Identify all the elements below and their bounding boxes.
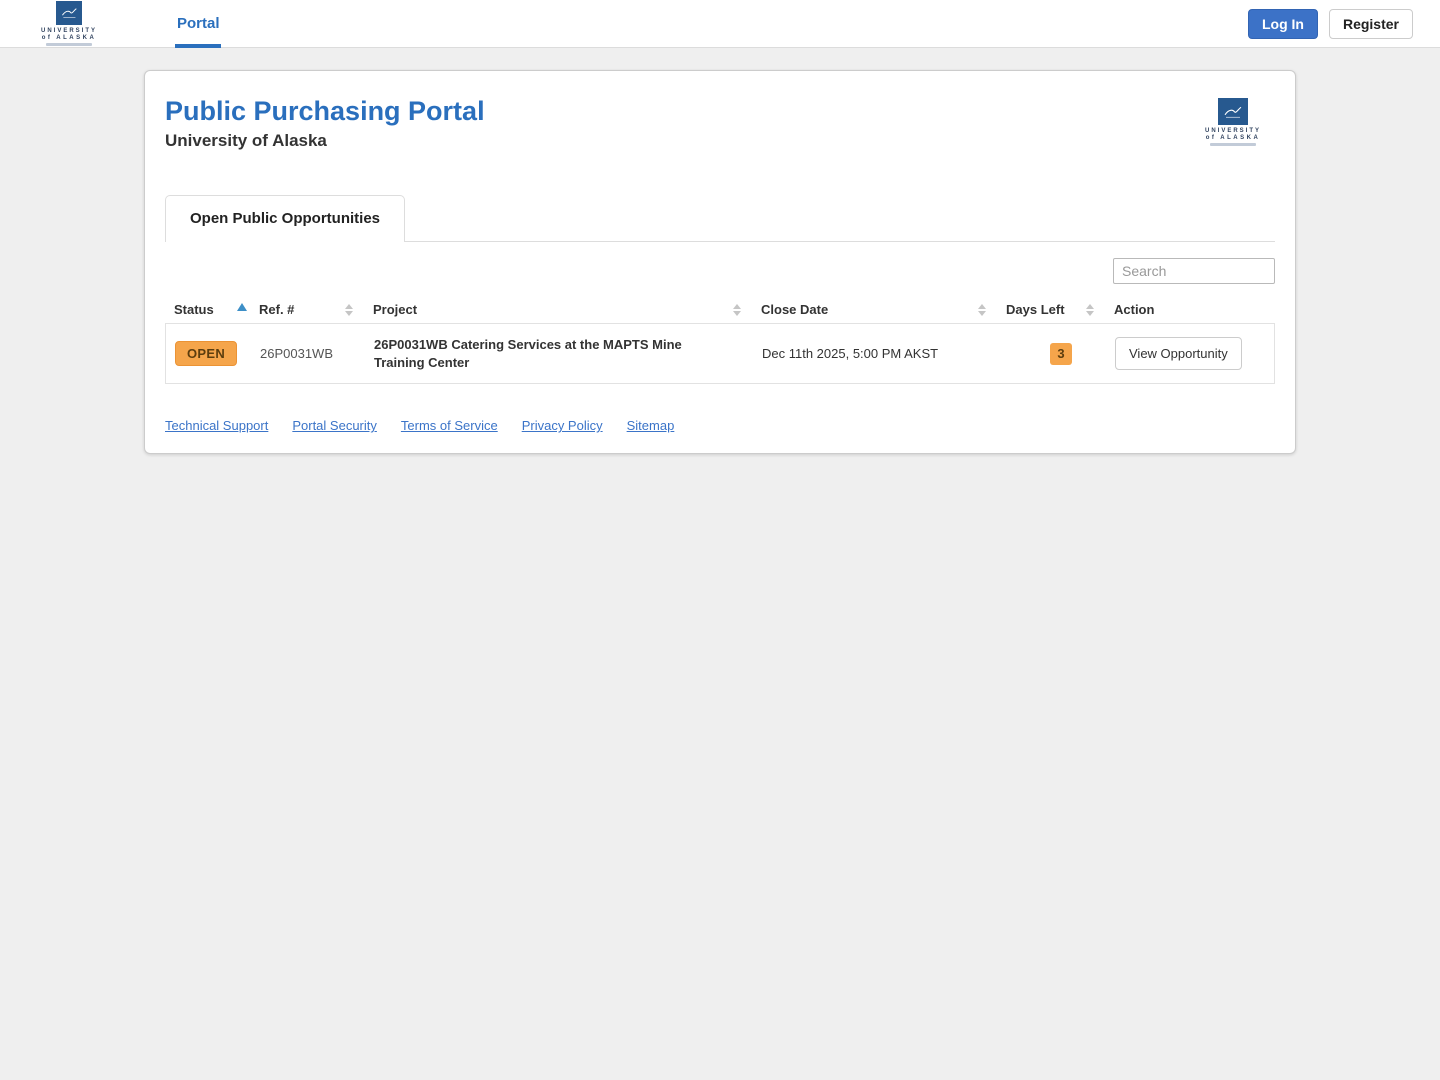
column-label: Ref. # — [259, 302, 295, 317]
sort-icon — [345, 303, 353, 316]
sort-icon — [978, 303, 986, 316]
column-label: Status — [174, 302, 214, 317]
search-row — [165, 258, 1275, 284]
sort-icon — [733, 303, 741, 316]
column-header-ref[interactable]: Ref. # — [259, 296, 373, 323]
portal-card: Public Purchasing Portal University of A… — [144, 70, 1296, 455]
tab-label: Open Public Opportunities — [190, 210, 381, 227]
column-header-project[interactable]: Project — [373, 296, 761, 323]
link-terms-of-service[interactable]: Terms of Service — [401, 418, 498, 433]
logo-text-line1: UNIVERSITY — [41, 28, 98, 34]
days-left-badge: 3 — [1050, 342, 1072, 365]
column-label: Project — [373, 302, 418, 317]
link-privacy-policy[interactable]: Privacy Policy — [522, 418, 603, 433]
ref-cell: 26P0031WB — [260, 346, 333, 362]
status-cell: OPEN — [166, 341, 260, 367]
page-title: Public Purchasing Portal — [165, 96, 485, 126]
card-university-logo: UNIVERSITY of ALASKA — [1205, 98, 1261, 146]
column-header-action: Action — [1114, 296, 1275, 323]
top-navigation-bar: UNIVERSITY of ALASKA Portal Log In Regis… — [0, 0, 1440, 48]
footer-links: Technical Support Portal Security Terms … — [165, 418, 1275, 433]
university-of-alaska-logo[interactable]: UNIVERSITY of ALASKA — [41, 1, 97, 46]
action-cell: View Opportunity — [1115, 337, 1274, 371]
logo-tagline — [46, 43, 92, 46]
days-left-cell: 3 — [1007, 342, 1115, 365]
view-opportunity-button[interactable]: View Opportunity — [1115, 337, 1242, 371]
table-header-row: Status Ref. # Project Close Date Days Le… — [165, 296, 1275, 323]
logo-swoosh-icon — [61, 8, 77, 19]
topbar-actions: Log In Register — [1247, 8, 1413, 39]
page-subtitle: University of Alaska — [165, 131, 327, 150]
logo-text-line2: of ALASKA — [41, 35, 97, 41]
university-logo-icon — [56, 1, 82, 25]
column-label: Close Date — [761, 302, 829, 317]
column-header-close-date[interactable]: Close Date — [761, 296, 1006, 323]
active-nav-underline — [175, 43, 222, 48]
logo-tagline — [1209, 143, 1256, 146]
nav-item-portal[interactable]: Portal — [175, 0, 222, 48]
tab-bar: Open Public Opportunities — [165, 195, 1275, 242]
search-input[interactable] — [1113, 258, 1275, 284]
logo-swoosh-icon — [1224, 106, 1242, 118]
nav-item-portal-label: Portal — [177, 15, 220, 32]
column-label: Days Left — [1006, 302, 1065, 317]
tab-open-public-opportunities[interactable]: Open Public Opportunities — [165, 195, 406, 242]
register-button[interactable]: Register — [1328, 8, 1413, 39]
project-cell: 26P0031WB Catering Services at the MAPTS… — [374, 337, 682, 370]
status-badge: OPEN — [175, 341, 238, 367]
column-header-status[interactable]: Status — [165, 296, 259, 323]
close-date-cell: Dec 11th 2025, 5:00 PM AKST — [762, 346, 939, 362]
link-portal-security[interactable]: Portal Security — [292, 418, 377, 433]
log-in-button[interactable]: Log In — [1247, 8, 1318, 39]
link-sitemap[interactable]: Sitemap — [627, 418, 675, 433]
logo-text-line1: UNIVERSITY — [1204, 128, 1261, 134]
column-header-days-left[interactable]: Days Left — [1006, 296, 1114, 323]
university-logo-icon — [1217, 98, 1248, 125]
sort-icon — [1086, 303, 1094, 316]
sort-ascending-active-icon — [237, 302, 247, 311]
table-row: OPEN 26P0031WB 26P0031WB Catering Servic… — [165, 323, 1275, 385]
card-header: Public Purchasing Portal University of A… — [165, 96, 1275, 151]
column-label: Action — [1114, 302, 1155, 317]
logo-text-line2: of ALASKA — [1205, 135, 1261, 141]
link-technical-support[interactable]: Technical Support — [165, 418, 268, 433]
